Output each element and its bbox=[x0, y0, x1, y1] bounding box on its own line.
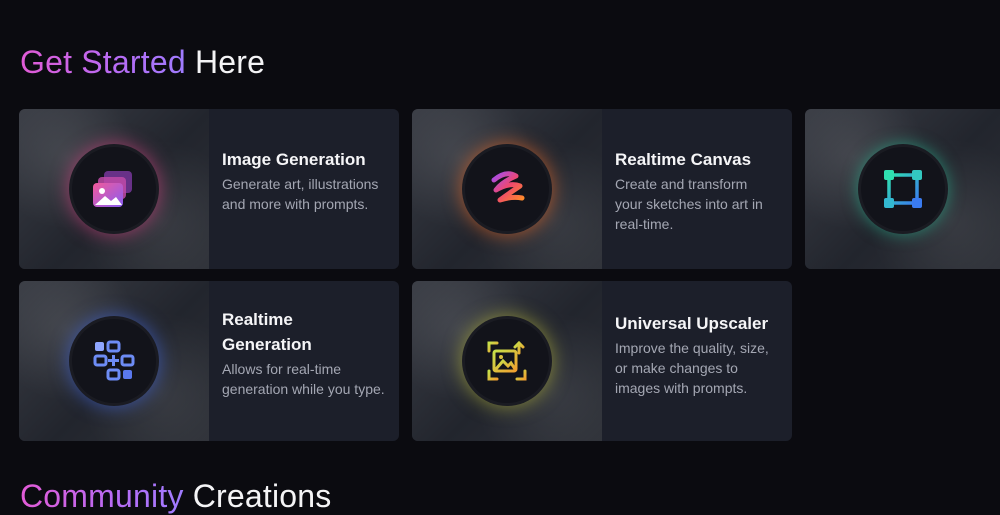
card-canvas-editor[interactable] bbox=[805, 109, 1000, 269]
card-description: Improve the quality, size, or make chang… bbox=[615, 340, 769, 396]
card-description: Create and transform your sketches into … bbox=[615, 176, 763, 232]
card-title: Universal Upscaler bbox=[615, 314, 769, 333]
card-description: Generate art, illustrations and more wit… bbox=[222, 176, 379, 212]
image-upscale-icon bbox=[465, 319, 549, 403]
card-realtime-canvas[interactable]: Realtime Canvas Create and transform you… bbox=[412, 109, 792, 269]
get-started-heading-rest: Here bbox=[194, 44, 266, 80]
get-started-heading: Get Started Here bbox=[20, 44, 265, 81]
community-heading-rest: Creations bbox=[192, 478, 332, 514]
card-description: Allows for real-time generation while yo… bbox=[222, 361, 385, 397]
card-thumbnail bbox=[19, 281, 209, 441]
grid-plus-icon bbox=[72, 319, 156, 403]
images-icon bbox=[72, 147, 156, 231]
card-title: Realtime Generation bbox=[222, 310, 312, 354]
card-title: Image Generation bbox=[222, 150, 366, 169]
card-thumbnail bbox=[19, 109, 209, 269]
card-image-generation[interactable]: Image Generation Generate art, illustrat… bbox=[19, 109, 399, 269]
card-thumbnail bbox=[412, 109, 602, 269]
vector-square-icon bbox=[860, 147, 945, 231]
community-heading: Community Creations bbox=[20, 478, 331, 515]
card-title: Realtime Canvas bbox=[615, 150, 752, 169]
brush-stroke-icon bbox=[465, 147, 549, 231]
card-realtime-generation[interactable]: Realtime Generation Allows for real-time… bbox=[19, 281, 399, 441]
card-thumbnail bbox=[805, 109, 1000, 269]
card-universal-upscaler[interactable]: Universal Upscaler Improve the quality, … bbox=[412, 281, 792, 441]
get-started-heading-highlight: Get Started bbox=[20, 44, 186, 80]
community-heading-highlight: Community bbox=[20, 478, 184, 514]
card-thumbnail bbox=[412, 281, 602, 441]
